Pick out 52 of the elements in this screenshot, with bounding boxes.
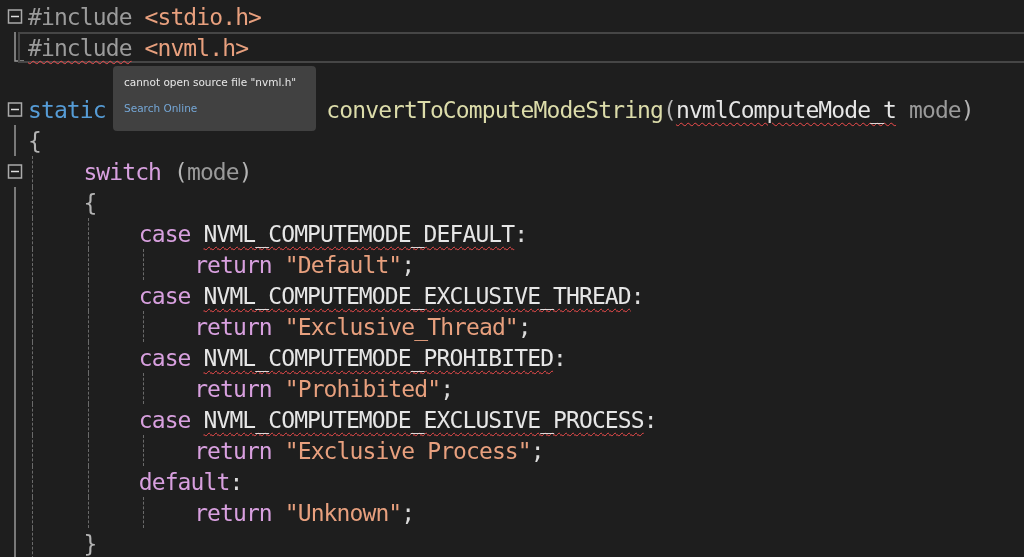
code-token: ( — [663, 96, 676, 123]
fold-guide-line — [14, 125, 16, 156]
code-token: "Prohibited" — [284, 375, 441, 402]
code-token: nvmlComputeMode_t — [675, 96, 897, 123]
error-message: cannot open source file "nvml.h" — [124, 76, 298, 88]
code-token: return — [194, 375, 272, 402]
code-token: "Default" — [284, 251, 402, 278]
code-token: return — [194, 437, 272, 464]
code-token: <nvml.h> — [144, 34, 249, 61]
code-token: ; — [401, 499, 415, 526]
code-token: : — [553, 344, 567, 371]
code-token: return — [194, 499, 272, 526]
code-token: ; — [440, 375, 454, 402]
code-token: : — [643, 406, 657, 433]
code-token: convertToComputeModeString — [326, 96, 663, 123]
code-token: case — [138, 406, 191, 433]
code-token: NVML_COMPUTEMODE_DEFAULT — [203, 220, 515, 247]
code-token: #include — [28, 3, 132, 30]
code-token: : — [229, 468, 243, 495]
code-token: : — [514, 220, 528, 247]
code-token: mode — [909, 96, 961, 123]
code-token: mode — [186, 158, 239, 185]
collapse-icon[interactable] — [7, 102, 23, 117]
code-token: ) — [960, 96, 974, 123]
code-token: ; — [530, 437, 544, 464]
code-token: "Exclusive_Thread" — [284, 313, 518, 340]
code-token: static — [28, 96, 106, 123]
code-token: ( — [174, 158, 187, 185]
search-online-link[interactable]: Search Online — [124, 102, 198, 114]
code-token: { — [28, 127, 41, 154]
code-token: NVML_COMPUTEMODE_PROHIBITED — [203, 344, 554, 371]
code-token: ; — [401, 251, 415, 278]
collapse-icon[interactable] — [7, 9, 23, 24]
code-token: NVML_COMPUTEMODE_EXCLUSIVE_THREAD — [203, 282, 631, 309]
code-token: "Unknown" — [284, 499, 402, 526]
code-token: default — [138, 468, 230, 495]
code-token: return — [194, 313, 272, 340]
code-token: <stdio.h> — [144, 3, 262, 30]
code-token: case — [138, 282, 191, 309]
collapse-icon[interactable] — [7, 164, 23, 179]
code-token: ) — [238, 158, 252, 185]
code-token: : — [630, 282, 644, 309]
code-token: #include — [28, 34, 132, 61]
code-token: } — [83, 530, 97, 557]
code-token: case — [138, 220, 191, 247]
code-token: "Exclusive Process" — [284, 437, 531, 464]
code-token: switch — [83, 158, 162, 185]
code-token: case — [138, 344, 191, 371]
code-token: ; — [517, 313, 531, 340]
code-token: return — [194, 251, 272, 278]
code-token: { — [83, 189, 97, 216]
code-token: NVML_COMPUTEMODE_EXCLUSIVE_PROCESS — [203, 406, 644, 433]
